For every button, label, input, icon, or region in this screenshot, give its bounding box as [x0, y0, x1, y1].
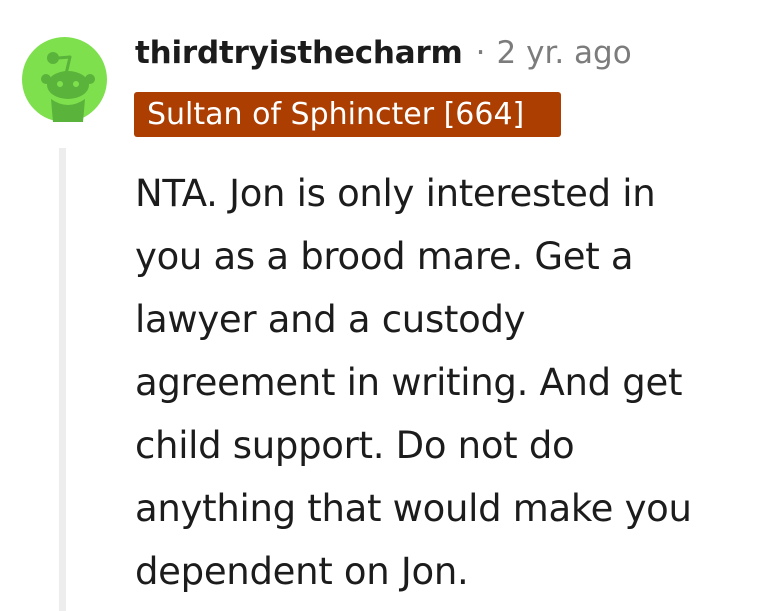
- username-link[interactable]: thirdtryisthecharm: [135, 35, 463, 71]
- comment-line: NTA. Jon is only interested in: [135, 172, 656, 215]
- comment-line: dependent on Jon.: [135, 550, 469, 593]
- user-flair: Sultan of Sphincter [664]: [134, 92, 561, 137]
- comment-body: NTA. Jon is only interested in you as a …: [135, 162, 755, 603]
- comment-timestamp[interactable]: 2 yr. ago: [497, 35, 632, 71]
- comment-line: lawyer and a custody: [135, 298, 526, 341]
- avatar[interactable]: [22, 37, 107, 122]
- comment-meta: thirdtryisthecharm · 2 yr. ago: [135, 31, 632, 75]
- comment-line: agreement in writing. And get: [135, 361, 683, 404]
- comment-line: anything that would make you: [135, 487, 692, 530]
- meta-separator: ·: [475, 35, 486, 71]
- thread-collapse-line[interactable]: [59, 148, 66, 611]
- comment-line: you as a brood mare. Get a: [135, 235, 634, 278]
- comment: thirdtryisthecharm · 2 yr. ago Sultan of…: [0, 0, 772, 611]
- reddit-snoo-avatar-icon: [22, 37, 107, 122]
- comment-line: child support. Do not do: [135, 424, 575, 467]
